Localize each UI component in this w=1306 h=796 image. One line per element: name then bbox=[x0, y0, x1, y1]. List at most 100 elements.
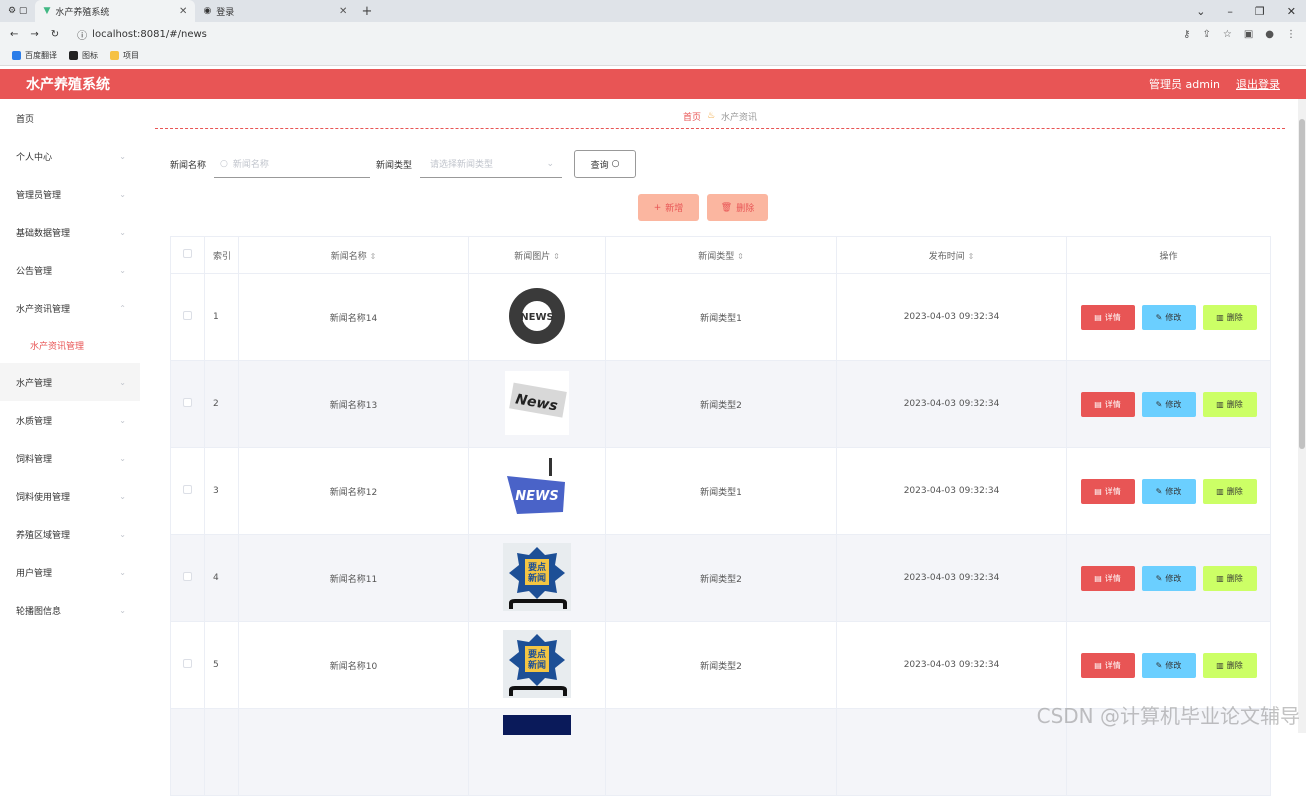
news-key-thumbnail: NEWS bbox=[503, 456, 571, 524]
breadcrumb-home[interactable]: 首页 bbox=[683, 110, 701, 123]
sidebar-item-notices[interactable]: 公告管理⌄ bbox=[0, 251, 140, 289]
detail-button[interactable]: ▤详情 bbox=[1081, 653, 1135, 678]
minimize-icon[interactable]: – bbox=[1227, 5, 1233, 18]
page-scrollbar[interactable] bbox=[1298, 99, 1306, 733]
forward-icon[interactable]: → bbox=[30, 29, 38, 40]
sidebar-item-admins[interactable]: 管理员管理⌄ bbox=[0, 175, 140, 213]
scrollbar-thumb[interactable] bbox=[1299, 119, 1305, 449]
key-icon[interactable]: ⚷ bbox=[1183, 29, 1190, 40]
pencil-icon: ✎ bbox=[1156, 400, 1163, 409]
news-dark-thumbnail bbox=[503, 715, 571, 735]
row-checkbox[interactable] bbox=[171, 274, 205, 361]
sidebar-item-news[interactable]: 水产资讯管理⌃ bbox=[0, 289, 140, 327]
restore-icon[interactable]: ❐ bbox=[1255, 5, 1265, 18]
sidebar-item-users[interactable]: 用户管理⌄ bbox=[0, 553, 140, 591]
trash-icon: 🗑 bbox=[721, 203, 732, 213]
row-type: 新闻类型2 bbox=[606, 361, 837, 448]
sidebar-item-water-quality[interactable]: 水质管理⌄ bbox=[0, 401, 140, 439]
more-icon[interactable]: ⋮ bbox=[1286, 29, 1296, 40]
share-icon[interactable]: ⇪ bbox=[1202, 29, 1210, 40]
detail-button[interactable]: ▤详情 bbox=[1081, 392, 1135, 417]
query-button[interactable]: 查询 ○ bbox=[574, 150, 636, 178]
delete-button[interactable]: ▥删除 bbox=[1203, 653, 1257, 678]
close-icon[interactable]: ✕ bbox=[339, 6, 347, 17]
sidebar-item-feed-usage[interactable]: 饲料使用管理⌄ bbox=[0, 477, 140, 515]
edit-button[interactable]: ✎修改 bbox=[1142, 653, 1196, 678]
edit-button[interactable]: ✎修改 bbox=[1142, 392, 1196, 417]
close-icon[interactable]: ✕ bbox=[179, 6, 187, 17]
star-icon[interactable]: ☆ bbox=[1223, 29, 1232, 40]
row-time: 2023-04-03 09:32:34 bbox=[837, 274, 1067, 361]
type-label: 新闻类型 bbox=[376, 158, 412, 171]
breadcrumb: 首页 ♨ 水产资讯 bbox=[155, 104, 1285, 129]
sidebar-item-carousel[interactable]: 轮播图信息⌄ bbox=[0, 591, 140, 629]
delete-button[interactable]: ▥删除 bbox=[1203, 392, 1257, 417]
delete-button[interactable]: ▥删除 bbox=[1203, 305, 1257, 330]
row-checkbox[interactable] bbox=[171, 535, 205, 622]
edit-button[interactable]: ✎修改 bbox=[1142, 479, 1196, 504]
app-title: 水产养殖系统 bbox=[26, 74, 110, 94]
bookmark-item[interactable]: 项目 bbox=[110, 50, 139, 61]
vue-icon: ▼ bbox=[43, 6, 50, 16]
column-header-name[interactable]: 新闻名称 ⇕ bbox=[239, 237, 469, 274]
close-window-icon[interactable]: ✕ bbox=[1287, 5, 1296, 18]
column-header-image[interactable]: 新闻图片 ⇕ bbox=[469, 237, 606, 274]
news-paper-thumbnail: News bbox=[503, 369, 571, 437]
chevron-down-icon[interactable]: ⌄ bbox=[1196, 5, 1205, 18]
batch-delete-button[interactable]: 🗑 删除 bbox=[707, 194, 768, 221]
back-icon[interactable]: ← bbox=[10, 29, 18, 40]
medal-icon: ♨ bbox=[707, 111, 715, 121]
row-type: 新闻类型1 bbox=[606, 448, 837, 535]
row-checkbox[interactable] bbox=[171, 448, 205, 535]
browser-menu-icon[interactable]: ⚙ ▢ bbox=[0, 0, 35, 22]
current-user: 管理员 admin bbox=[1149, 76, 1220, 92]
sidebar-item-aquatic[interactable]: 水产管理⌄ bbox=[0, 363, 140, 401]
edit-button[interactable]: ✎修改 bbox=[1142, 566, 1196, 591]
delete-button[interactable]: ▥删除 bbox=[1203, 479, 1257, 504]
bookmark-item[interactable]: 图标 bbox=[69, 50, 98, 61]
news-type-select[interactable]: 请选择新闻类型 ⌄ bbox=[420, 150, 562, 178]
table-header-row: 索引 新闻名称 ⇕ 新闻图片 ⇕ 新闻类型 ⇕ 发布时间 ⇕ 操作 bbox=[171, 237, 1271, 274]
add-button[interactable]: + 新增 bbox=[638, 194, 699, 221]
detail-button[interactable]: ▤详情 bbox=[1081, 479, 1135, 504]
row-actions: ▤详情 ✎修改 ▥删除 bbox=[1067, 622, 1271, 709]
table-row: 2 新闻名称13 News 新闻类型2 2023-04-03 09:32:34 … bbox=[171, 361, 1271, 448]
bookmark-item[interactable]: 百度翻译 bbox=[12, 50, 57, 61]
reload-icon[interactable]: ↻ bbox=[51, 29, 59, 40]
url-field[interactable]: ⓘ localhost:8081/#/news bbox=[71, 25, 1171, 43]
row-checkbox[interactable] bbox=[171, 361, 205, 448]
select-all-checkbox[interactable] bbox=[171, 237, 205, 274]
news-name-input[interactable]: ○ 新闻名称 bbox=[214, 150, 370, 178]
logout-link[interactable]: 退出登录 bbox=[1236, 76, 1280, 92]
sidebar-item-basic-data[interactable]: 基础数据管理⌄ bbox=[0, 213, 140, 251]
detail-button[interactable]: ▤详情 bbox=[1081, 566, 1135, 591]
sidebar-item-areas[interactable]: 养殖区域管理⌄ bbox=[0, 515, 140, 553]
row-checkbox[interactable] bbox=[171, 622, 205, 709]
sidebar-subitem-news[interactable]: 水产资讯管理 bbox=[0, 327, 140, 363]
trash-icon: ▥ bbox=[1216, 661, 1224, 670]
column-header-time[interactable]: 发布时间 ⇕ bbox=[837, 237, 1067, 274]
sidebar-item-personal[interactable]: 个人中心⌄ bbox=[0, 137, 140, 175]
row-actions: ▤详情 ✎修改 ▥删除 bbox=[1067, 535, 1271, 622]
detail-button[interactable]: ▤详情 bbox=[1081, 305, 1135, 330]
doc-icon: ▤ bbox=[1094, 574, 1102, 583]
breadcrumb-current: 水产资讯 bbox=[721, 110, 757, 123]
new-tab-icon[interactable]: + bbox=[355, 4, 378, 19]
browser-tab[interactable]: ◉ 登录 ✕ bbox=[195, 0, 355, 22]
profile-icon[interactable]: ● bbox=[1265, 29, 1274, 40]
sidebar-item-feed[interactable]: 饲料管理⌄ bbox=[0, 439, 140, 477]
column-header-type[interactable]: 新闻类型 ⇕ bbox=[606, 237, 837, 274]
pencil-icon: ✎ bbox=[1156, 487, 1163, 496]
edit-button[interactable]: ✎修改 bbox=[1142, 305, 1196, 330]
delete-button[interactable]: ▥删除 bbox=[1203, 566, 1257, 591]
browser-tab-active[interactable]: ▼ 水产养殖系统 ✕ bbox=[35, 0, 195, 22]
sidebar-item-home[interactable]: 首页 bbox=[0, 99, 140, 137]
row-time: 2023-04-03 09:32:34 bbox=[837, 448, 1067, 535]
chevron-down-icon: ⌄ bbox=[119, 454, 126, 463]
chevron-down-icon: ⌄ bbox=[119, 416, 126, 425]
sidepanel-icon[interactable]: ▣ bbox=[1244, 29, 1253, 40]
news-globe-thumbnail: NEWS bbox=[503, 282, 571, 350]
table-row: 5 新闻名称10 要点新闻 新闻类型2 2023-04-03 09:32:34 … bbox=[171, 622, 1271, 709]
browser-tab-title: 登录 bbox=[216, 5, 234, 18]
row-checkbox[interactable] bbox=[171, 709, 205, 796]
